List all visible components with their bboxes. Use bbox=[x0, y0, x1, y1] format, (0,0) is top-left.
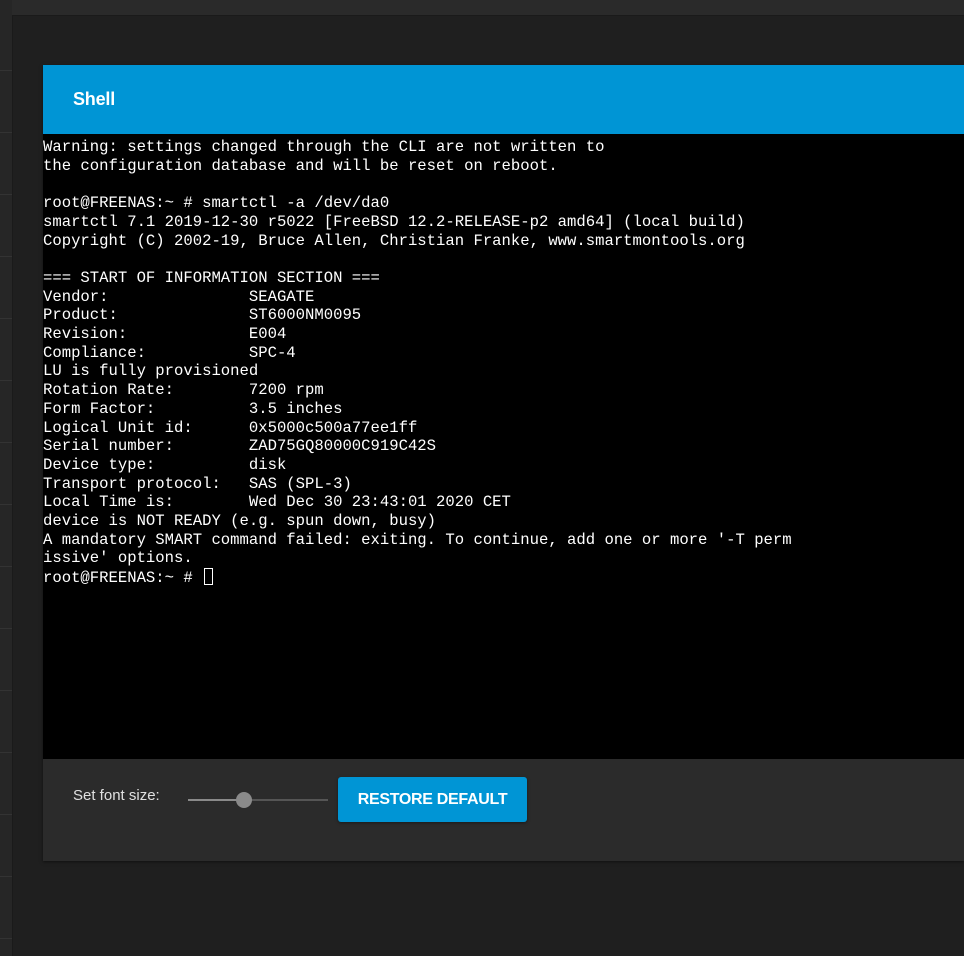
terminal-line: Device type: disk bbox=[43, 455, 287, 474]
terminal-line: LU is fully provisioned bbox=[43, 362, 259, 381]
terminal-line: Transport protocol: SAS (SPL-3) bbox=[43, 474, 352, 493]
top-bar bbox=[12, 0, 964, 16]
terminal-line: the configuration database and will be r… bbox=[43, 156, 558, 175]
terminal-line: Form Factor: 3.5 inches bbox=[43, 399, 343, 418]
terminal-output[interactable]: Warning: settings changed through the CL… bbox=[43, 134, 964, 759]
rail-divider bbox=[0, 256, 12, 257]
terminal-line: Serial number: ZAD75GQ80000C919C42S bbox=[43, 437, 437, 456]
terminal-line: issive' options. bbox=[43, 549, 193, 568]
rail-divider bbox=[0, 318, 12, 319]
terminal-prompt-line: root@FREENAS:~ # bbox=[43, 568, 214, 588]
rail-divider bbox=[0, 70, 12, 71]
terminal-line: device is NOT READY (e.g. spun down, bus… bbox=[43, 512, 437, 530]
terminal-line: A mandatory SMART command failed: exitin… bbox=[43, 530, 792, 549]
slider-thumb[interactable] bbox=[236, 792, 252, 808]
terminal-line: Rotation Rate: 7200 rpm bbox=[43, 381, 324, 400]
shell-header: Shell bbox=[43, 65, 964, 134]
rail-divider bbox=[0, 628, 12, 629]
rail-divider bbox=[0, 442, 12, 443]
rail-divider bbox=[0, 504, 12, 505]
terminal-line: Product: ST6000NM0095 bbox=[43, 306, 362, 325]
rail-divider bbox=[0, 132, 12, 133]
terminal-line: Compliance: SPC-4 bbox=[43, 343, 296, 362]
rail-divider bbox=[0, 876, 12, 877]
font-size-label: Set font size: bbox=[73, 787, 160, 804]
terminal-line: Revision: E004 bbox=[43, 325, 287, 343]
font-size-slider[interactable] bbox=[188, 792, 328, 808]
terminal-line: Copyright (C) 2002-19, Bruce Allen, Chri… bbox=[43, 231, 745, 250]
rail-divider bbox=[0, 566, 12, 567]
rail-divider bbox=[0, 938, 12, 939]
shell-card: Shell Warning: settings changed through … bbox=[43, 65, 964, 861]
left-rail bbox=[0, 0, 13, 956]
rail-divider bbox=[0, 814, 12, 815]
terminal-line: Warning: settings changed through the CL… bbox=[43, 138, 605, 156]
terminal-prompt: root@FREENAS:~ # bbox=[43, 569, 203, 588]
rail-divider bbox=[0, 690, 12, 691]
rail-divider bbox=[0, 752, 12, 753]
terminal-line: === START OF INFORMATION SECTION === bbox=[43, 268, 380, 287]
page-title: Shell bbox=[73, 89, 116, 109]
terminal-line: root@FREENAS:~ # smartctl -a /dev/da0 bbox=[43, 194, 390, 213]
restore-default-button[interactable]: RESTORE DEFAULT bbox=[338, 777, 527, 822]
terminal-cursor bbox=[204, 568, 214, 586]
terminal-footer: Set font size: RESTORE DEFAULT bbox=[43, 759, 964, 861]
terminal-line: Vendor: SEAGATE bbox=[43, 287, 315, 306]
rail-divider bbox=[0, 194, 12, 195]
terminal-line: Local Time is: Wed Dec 30 23:43:01 2020 … bbox=[43, 493, 511, 512]
terminal-line: smartctl 7.1 2019-12-30 r5022 [FreeBSD 1… bbox=[43, 212, 745, 231]
terminal-line: Logical Unit id: 0x5000c500a77ee1ff bbox=[43, 418, 418, 437]
rail-divider bbox=[0, 380, 12, 381]
